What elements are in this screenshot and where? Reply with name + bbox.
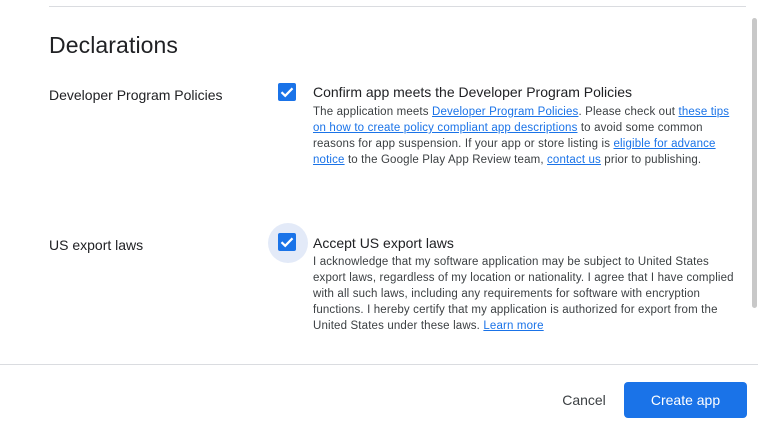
check-icon	[280, 87, 294, 98]
export-checkbox-box[interactable]	[278, 233, 296, 251]
export-option-title: Accept US export laws	[313, 235, 454, 251]
policies-row-label: Developer Program Policies	[49, 87, 223, 103]
policies-desc-text-5: prior to publishing.	[600, 154, 702, 166]
export-row-label: US export laws	[49, 237, 144, 253]
contact-us-link[interactable]: contact us	[547, 154, 601, 166]
section-title: Declarations	[49, 32, 179, 58]
scrollbar-thumb[interactable]	[752, 18, 757, 308]
policies-description: The application meets Developer Program …	[313, 104, 738, 168]
top-divider	[49, 6, 746, 7]
policies-desc-text-2: . Please check out	[578, 106, 679, 118]
policies-checkbox[interactable]	[268, 73, 308, 113]
policies-desc-text-1: The application meets	[313, 106, 433, 118]
learn-more-link[interactable]: Learn more	[483, 320, 543, 332]
policies-option-title: Confirm app meets the Developer Program …	[313, 84, 633, 100]
developer-program-policies-link[interactable]: Developer Program Policies	[432, 106, 578, 118]
footer-divider	[0, 364, 758, 365]
check-icon	[280, 237, 294, 248]
create-app-button[interactable]: Create app	[624, 382, 747, 418]
policies-desc-text-4: to the Google Play App Review team,	[344, 154, 548, 166]
export-description: I acknowledge that my software applicati…	[313, 254, 738, 334]
cancel-button[interactable]: Cancel	[548, 383, 620, 417]
export-checkbox[interactable]	[268, 223, 308, 263]
policies-checkbox-box[interactable]	[278, 83, 296, 101]
